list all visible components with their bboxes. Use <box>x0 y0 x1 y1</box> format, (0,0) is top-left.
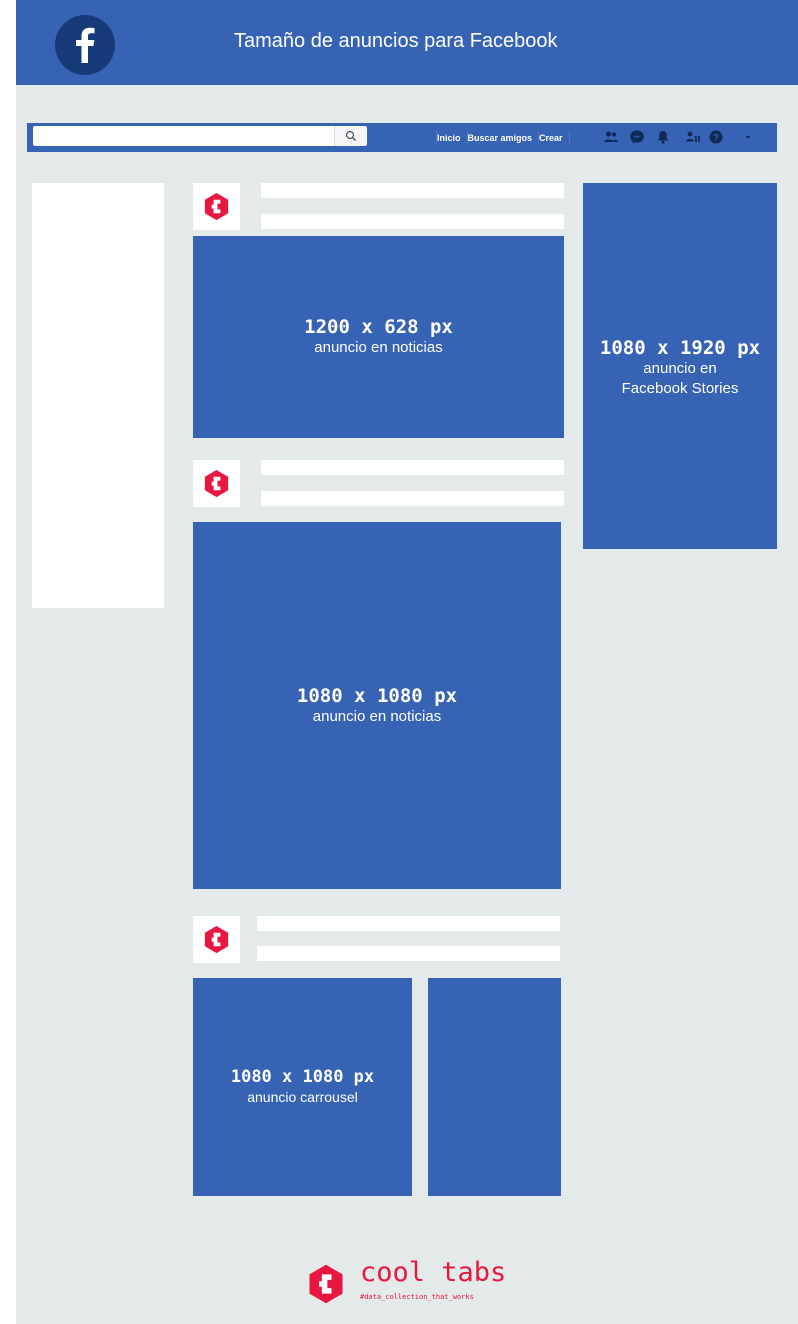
avatar <box>193 460 240 507</box>
cooltabs-logo-icon <box>204 925 229 954</box>
friends-icon[interactable] <box>603 129 619 145</box>
ad-news-landscape: 1200 x 628 px anuncio en noticias <box>193 236 564 438</box>
ad-size-label: 1080 x 1080 px <box>230 1067 375 1087</box>
nav-links: Inicio Buscar amigos Crear <box>430 123 570 152</box>
text-placeholder-line <box>261 183 564 198</box>
text-placeholder-line <box>257 916 560 931</box>
bell-icon[interactable] <box>655 129 671 145</box>
friend-requests-icon[interactable] <box>685 129 701 145</box>
cooltabs-logo-icon <box>204 469 229 498</box>
text-placeholder-line <box>261 460 564 475</box>
ad-stories: 1080 x 1920 px anuncio en Facebook Stori… <box>583 183 777 549</box>
nav-link-crear[interactable]: Crear <box>539 133 563 143</box>
svg-text:?: ? <box>713 133 719 143</box>
ad-news-square: 1080 x 1080 px anuncio en noticias <box>193 522 561 889</box>
help-icon[interactable]: ? <box>708 129 724 145</box>
ad-type-label: anuncio en noticias <box>314 339 443 356</box>
text-placeholder-line <box>261 491 564 506</box>
search-button[interactable] <box>334 126 367 146</box>
chevron-down-icon[interactable] <box>742 131 754 143</box>
search-icon <box>345 130 356 141</box>
cooltabs-logo-icon <box>204 192 229 221</box>
text-placeholder-line <box>257 946 560 961</box>
brand-name: cool tabs <box>360 1257 507 1288</box>
search-input[interactable] <box>33 126 366 146</box>
brand-tagline: #data_collection_that_works <box>360 1293 474 1301</box>
ad-carrousel-card: 1080 x 1080 px anuncio carrousel <box>193 978 412 1196</box>
nav-link-buscar-amigos[interactable]: Buscar amigos <box>468 133 533 143</box>
left-sidebar-placeholder <box>32 183 164 608</box>
messenger-icon[interactable] <box>629 129 645 145</box>
page-title: Tamaño de anuncios para Facebook <box>234 30 558 52</box>
nav-separator <box>568 130 570 145</box>
ad-size-label: 1080 x 1920 px <box>599 337 761 359</box>
cooltabs-logo-icon <box>309 1264 343 1304</box>
nav-link-inicio[interactable]: Inicio <box>437 133 461 143</box>
ad-type-label: anuncio carrousel <box>247 1089 358 1105</box>
ad-size-label: 1080 x 1080 px <box>296 684 458 707</box>
ad-carrousel-card-next <box>428 978 561 1196</box>
avatar <box>193 916 240 963</box>
ad-type-label: anuncio en <box>643 360 717 377</box>
ad-type-label: anuncio en noticias <box>312 707 442 725</box>
ad-type-label: Facebook Stories <box>621 380 739 397</box>
avatar <box>193 183 240 230</box>
text-placeholder-line <box>261 214 564 229</box>
facebook-f-icon <box>55 15 115 75</box>
ad-size-label: 1200 x 628 px <box>304 316 453 338</box>
